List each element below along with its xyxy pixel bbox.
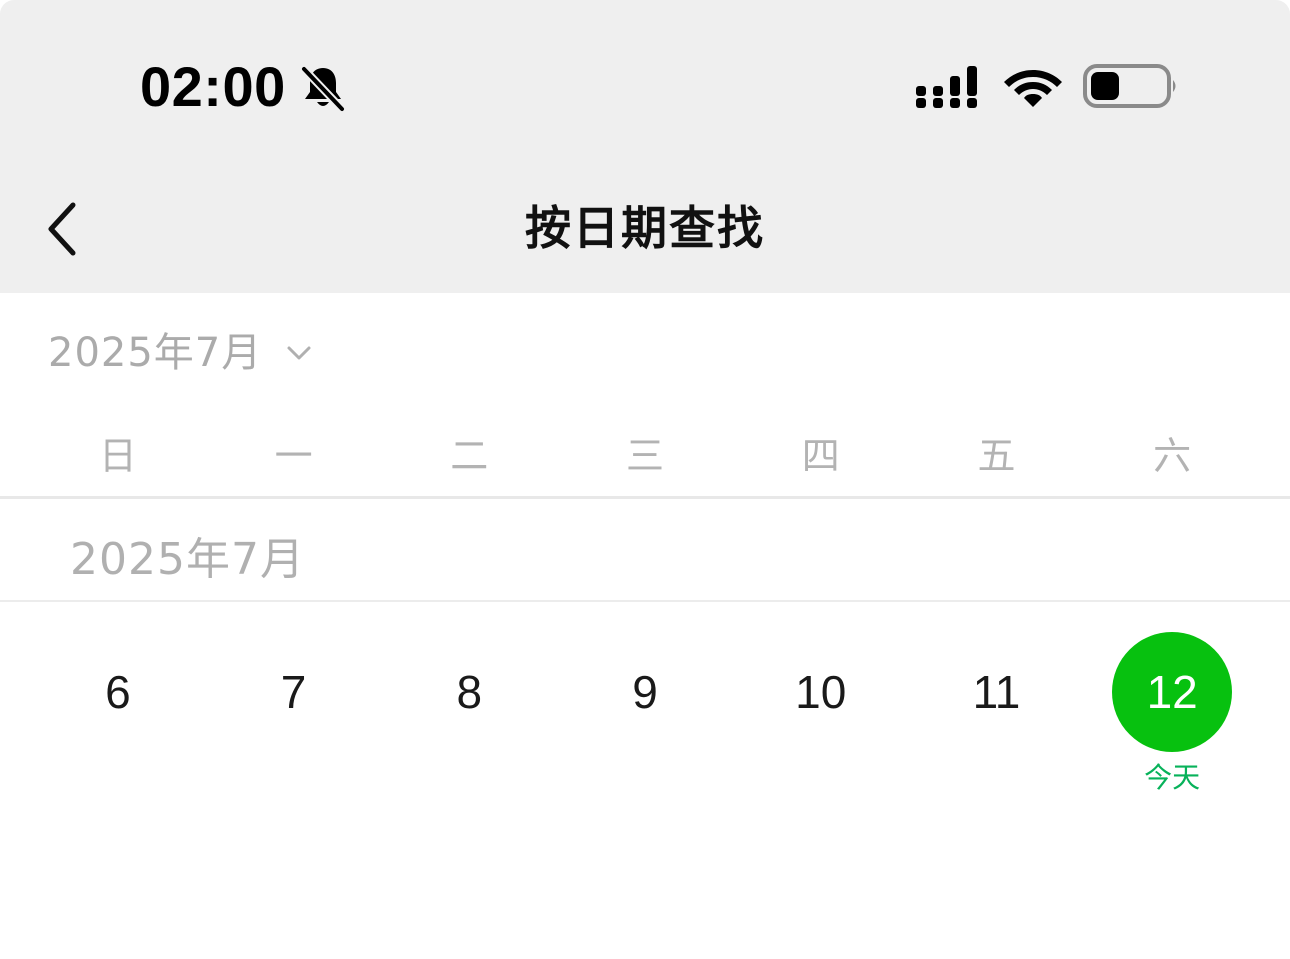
- wifi-icon: [1004, 70, 1062, 107]
- day-number: 7: [280, 666, 307, 718]
- header-area: 02:00 按日期查找: [0, 0, 1290, 293]
- nav-bar: 按日期查找: [0, 160, 1290, 293]
- weekday-thu: 四: [801, 434, 840, 478]
- weekday-wed: 三: [626, 434, 665, 478]
- day-number: 9: [632, 666, 658, 718]
- screen: 02:00 按日期查找 2025年7月 日 一 二 三 四 五 六 2025年7…: [0, 0, 1290, 959]
- day-cell-today[interactable]: 12 今天: [1084, 632, 1260, 802]
- signal-icon: [916, 66, 977, 108]
- battery-icon: [1083, 64, 1176, 108]
- status-time: 02:00: [140, 55, 286, 118]
- day-cell[interactable]: 10: [733, 632, 909, 802]
- today-day-number: 12: [1112, 632, 1233, 752]
- month-picker-label: 2025年7月: [48, 330, 263, 376]
- day-cell[interactable]: 7: [206, 632, 382, 802]
- weekday-fri: 五: [977, 434, 1016, 478]
- day-number: 6: [105, 666, 131, 718]
- status-bar: 02:00: [0, 0, 1290, 160]
- page-title: 按日期查找: [525, 201, 765, 255]
- day-number: 11: [972, 666, 1021, 718]
- section-month-label: 2025年7月: [70, 534, 305, 585]
- chevron-down-icon: [287, 346, 311, 360]
- day-cell[interactable]: 8: [381, 632, 557, 802]
- day-number: 8: [456, 666, 483, 718]
- bell-muted-icon: [300, 65, 346, 112]
- days-row: 6 7 8 9 10 11 12 今天: [30, 632, 1260, 802]
- day-cell[interactable]: 6: [30, 632, 206, 802]
- weekday-header: 日 一 二 三 四 五 六: [30, 428, 1260, 484]
- weekday-sun: 日: [98, 434, 137, 478]
- day-number: 10: [795, 666, 847, 718]
- month-picker[interactable]: 2025年7月: [48, 325, 314, 381]
- weekday-tue: 二: [450, 434, 489, 478]
- day-cell[interactable]: 11: [909, 632, 1085, 802]
- day-cell[interactable]: 9: [557, 632, 733, 802]
- weekday-mon: 一: [274, 434, 313, 478]
- divider: [0, 496, 1290, 499]
- today-label: 今天: [1144, 761, 1201, 794]
- weekday-sat: 六: [1153, 434, 1192, 478]
- divider: [0, 600, 1290, 602]
